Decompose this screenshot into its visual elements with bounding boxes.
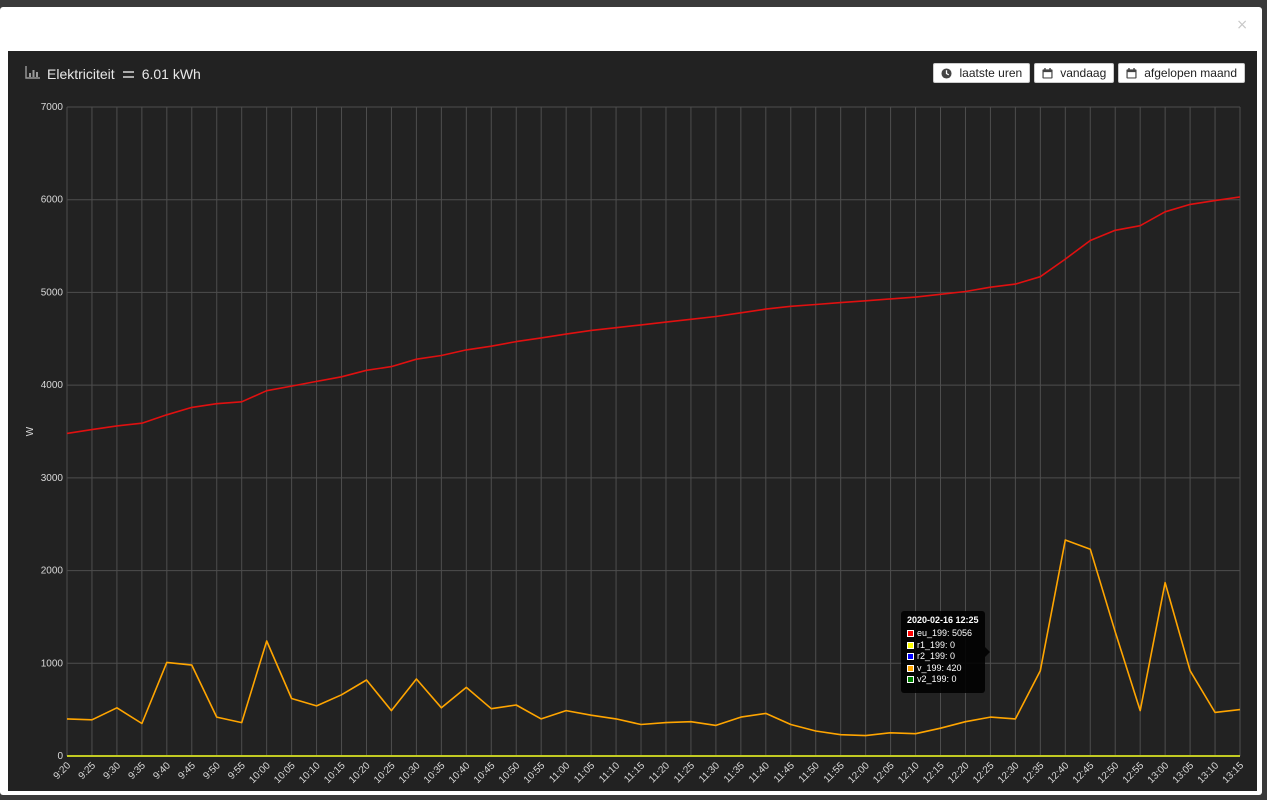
- laatste-uren-button[interactable]: laatste uren: [933, 63, 1031, 83]
- y-tick-label: 6000: [41, 195, 64, 206]
- x-tick-label: 13:05: [1171, 760, 1197, 786]
- tooltip-row: r1_199: 0: [907, 640, 979, 652]
- x-tick-label: 9:30: [101, 760, 123, 782]
- x-tick-label: 10:25: [372, 760, 398, 786]
- x-tick-label: 10:55: [522, 760, 548, 786]
- y-tick-label: 0: [57, 751, 63, 762]
- x-tick-label: 10:00: [247, 760, 273, 786]
- vandaag-button[interactable]: vandaag: [1034, 63, 1115, 83]
- x-tick-label: 11:10: [597, 760, 622, 785]
- y-tick-label: 5000: [41, 287, 64, 298]
- close-button[interactable]: ×: [1236, 17, 1248, 33]
- x-tick-label: 11:20: [647, 760, 672, 785]
- chart-tooltip: 2020-02-16 12:25 eu_199: 5056 r1_199: 0 …: [901, 611, 990, 693]
- chart-modal: × 0 1000 2000 3000 4000 5000 6000 7000 9:20 9:25 9…: [0, 7, 1262, 795]
- y-axis-label: W: [25, 426, 36, 436]
- x-tick-label: 13:10: [1196, 760, 1222, 786]
- x-tick-label: 9:40: [151, 760, 173, 782]
- x-tick-label: 10:45: [472, 760, 498, 786]
- x-tick-label: 11:15: [622, 760, 647, 785]
- afgelopen-maand-button[interactable]: afgelopen maand: [1118, 63, 1245, 83]
- laatste-uren-label: laatste uren: [959, 66, 1023, 80]
- x-tick-label: 11:05: [572, 760, 597, 785]
- tooltip-row-label: r2_199: 0: [917, 651, 956, 661]
- x-tick-label: 12:55: [1121, 760, 1147, 786]
- x-tick-label: 9:25: [77, 760, 99, 782]
- y-tick-label: 3000: [41, 473, 64, 484]
- calendar-icon: [1042, 67, 1053, 79]
- x-tick-label: 13:15: [1221, 760, 1247, 786]
- x-tick-label: 11:00: [547, 760, 572, 785]
- y-tick-label: 1000: [41, 658, 64, 669]
- x-tick-label: 9:20: [52, 760, 74, 782]
- x-tick-label: 11:35: [722, 760, 747, 785]
- x-tick-label: 10:40: [447, 760, 473, 786]
- x-tick-label: 12:05: [871, 760, 897, 786]
- y-tick-label: 2000: [41, 566, 64, 577]
- chart-panel: 0 1000 2000 3000 4000 5000 6000 7000 9:20 9:25 9:3…: [8, 51, 1257, 791]
- tooltip-row: eu_199: 5056: [907, 628, 979, 640]
- clock-icon: [941, 67, 953, 79]
- x-tick-label: 11:25: [672, 760, 697, 785]
- tooltip-row: r2_199: 0: [907, 651, 979, 663]
- tooltip-row-label: r1_199: 0: [917, 639, 956, 650]
- x-tick-label: 9:55: [226, 760, 248, 782]
- x-tick-label: 10:05: [272, 760, 298, 786]
- range-buttons: laatste uren vandaag afgelopen maand: [933, 63, 1245, 83]
- tooltip-row-label: v_199: 420: [917, 662, 962, 673]
- x-tick-label: 11:50: [797, 760, 822, 785]
- x-tick-label: 11:30: [697, 760, 722, 785]
- tooltip-row: v2_199: 0: [907, 674, 979, 686]
- x-tick-label: 11:45: [772, 760, 797, 785]
- legend-swatch: [907, 630, 914, 638]
- x-tick-label: 11:55: [822, 760, 847, 785]
- chart-total: 6.01 kWh: [141, 66, 201, 82]
- x-tick-label: 12:20: [946, 760, 972, 786]
- tooltip-row-label: v2_199: 0: [917, 674, 957, 684]
- legend-swatch: [907, 653, 914, 661]
- x-tick-label: 12:35: [1021, 760, 1047, 786]
- equals-icon: [122, 66, 134, 83]
- x-tick-label: 12:40: [1046, 760, 1072, 786]
- vandaag-label: vandaag: [1060, 66, 1107, 80]
- x-tick-label: 12:10: [896, 760, 922, 786]
- x-tick-label: 10:15: [322, 760, 348, 786]
- chart-title: Elektriciteit: [47, 66, 115, 82]
- x-tick-label: 12:00: [846, 760, 872, 786]
- tooltip-row: v_199: 420: [907, 663, 979, 675]
- series-line-eu_199: [66, 196, 1241, 435]
- tooltip-title: 2020-02-16 12:25: [907, 615, 979, 625]
- calendar-icon: [1126, 67, 1137, 79]
- legend-swatch: [907, 676, 914, 684]
- legend-swatch: [907, 641, 914, 649]
- x-tick-label: 12:45: [1071, 760, 1097, 786]
- bar-chart-icon: [25, 66, 41, 82]
- x-tick-label: 11:40: [747, 760, 772, 785]
- x-tick-label: 9:45: [176, 760, 198, 782]
- x-tick-label: 9:35: [126, 760, 148, 782]
- x-tick-label: 10:35: [422, 760, 448, 786]
- x-tick-label: 12:15: [921, 760, 947, 786]
- x-tick-label: 12:50: [1096, 760, 1122, 786]
- afgelopen-maand-label: afgelopen maand: [1144, 66, 1237, 80]
- x-tick-label: 13:00: [1146, 760, 1172, 786]
- chart-header: Elektriciteit 6.01 kWh: [25, 65, 201, 83]
- series-line-v_199: [66, 539, 1241, 737]
- x-tick-label: 10:10: [297, 760, 323, 786]
- x-tick-label: 12:25: [971, 760, 997, 786]
- x-tick-label: 10:30: [397, 760, 423, 786]
- tooltip-row-label: eu_199: 5056: [917, 628, 973, 638]
- x-tick-label: 9:50: [201, 760, 223, 782]
- y-tick-label: 7000: [41, 102, 64, 113]
- chart-svg: 010002000300040005000600070009:20 9:25 9:3…: [25, 102, 1247, 786]
- x-tick-label: 10:50: [497, 760, 523, 786]
- x-tick-label: 12:30: [996, 760, 1022, 786]
- legend-swatch: [907, 664, 914, 672]
- x-tick-label: 10:20: [347, 760, 373, 786]
- y-tick-label: 4000: [41, 380, 64, 391]
